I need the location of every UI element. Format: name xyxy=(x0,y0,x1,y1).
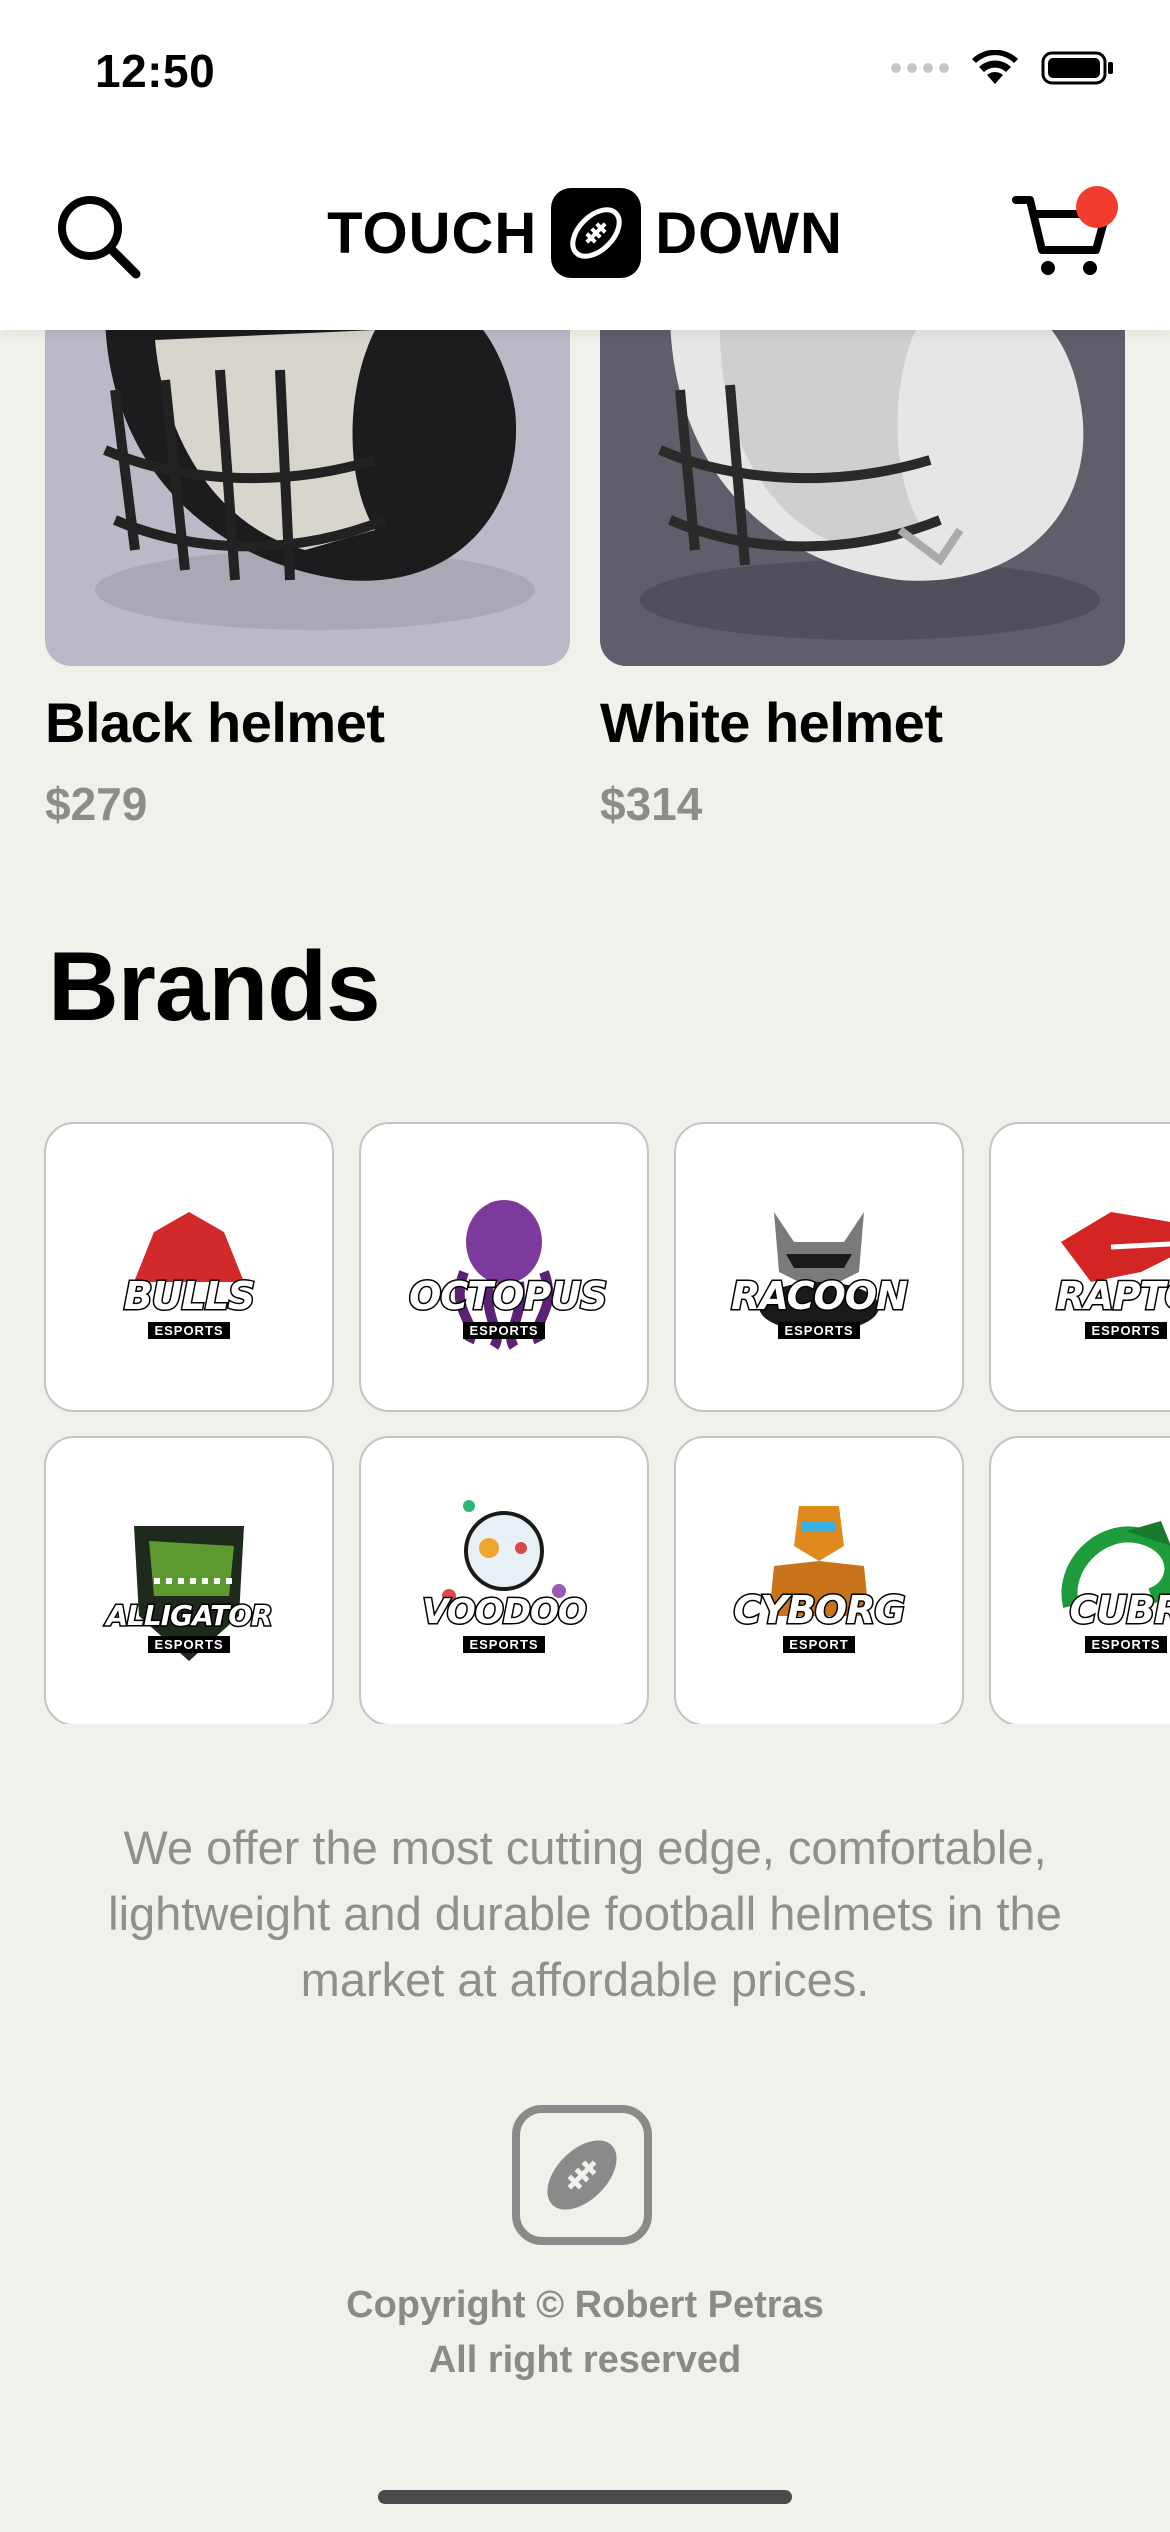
logo-text-left: TOUCH xyxy=(327,200,538,266)
brand-name: RAPTO xyxy=(1055,1273,1170,1320)
copyright: Copyright © Robert Petras All right rese… xyxy=(0,2278,1170,2388)
brand-card-bulls[interactable]: BULLS ESPORTS xyxy=(44,1122,334,1412)
brand-card-cobra[interactable]: CUBR ESPORTS xyxy=(989,1436,1170,1724)
brand-subtitle: ESPORTS xyxy=(1085,1636,1167,1653)
product-price: $314 xyxy=(600,778,703,830)
brand-subtitle: ESPORTS xyxy=(148,1636,230,1653)
cart-badge xyxy=(1076,186,1118,228)
football-logo-icon xyxy=(551,188,642,278)
cellular-signal-icon xyxy=(891,63,949,73)
status-time: 12:50 xyxy=(95,45,216,97)
racoon-logo-icon: RACOON ESPORTS xyxy=(724,1172,914,1362)
wifi-icon xyxy=(972,50,1018,84)
brand-card-cyborg[interactable]: CYBORG ESPORT xyxy=(674,1436,964,1724)
brand-name: CUBR xyxy=(1068,1587,1170,1634)
app-logo: TOUCH DOWN xyxy=(0,188,1170,278)
brand-subtitle: ESPORTS xyxy=(148,1322,230,1339)
brand-subtitle: ESPORTS xyxy=(463,1636,545,1653)
product-card[interactable]: Black helmet $279 xyxy=(45,330,570,831)
brand-card-racoon[interactable]: RACOON ESPORTS xyxy=(674,1122,964,1412)
home-indicator[interactable] xyxy=(378,2490,792,2504)
brand-subtitle: ESPORTS xyxy=(1085,1322,1167,1339)
product-name: Black helmet xyxy=(45,691,385,754)
brand-name: ALLIGATOR xyxy=(105,1598,274,1634)
brand-name: CYBORG xyxy=(732,1587,907,1634)
voodoo-logo-icon: VOODOO ESPORTS xyxy=(409,1486,599,1676)
cobra-logo-icon: CUBR ESPORTS xyxy=(1031,1486,1170,1676)
black-helmet-image xyxy=(95,330,535,630)
brand-name: RACOON xyxy=(730,1273,910,1320)
brand-subtitle: ESPORTS xyxy=(463,1322,545,1339)
brand-subtitle: ESPORTS xyxy=(778,1322,860,1339)
logo-text-right: DOWN xyxy=(655,200,843,266)
white-helmet-image xyxy=(640,330,1100,640)
brand-name: VOODOO xyxy=(421,1591,589,1634)
product-image[interactable] xyxy=(600,330,1125,666)
product-card[interactable]: White helmet $314 xyxy=(600,330,1125,831)
product-name: White helmet xyxy=(600,691,943,754)
brand-subtitle: ESPORT xyxy=(783,1636,855,1653)
status-icons xyxy=(891,50,1115,86)
product-image[interactable] xyxy=(45,330,570,666)
brands-heading: Brands xyxy=(48,931,381,1041)
cyborg-logo-icon: CYBORG ESPORT xyxy=(724,1486,914,1676)
brand-name: BULLS xyxy=(122,1273,257,1320)
about-text: We offer the most cutting edge, comforta… xyxy=(108,1821,1062,2006)
copyright-line-1: Copyright © Robert Petras xyxy=(346,2284,824,2326)
product-price: $279 xyxy=(45,778,148,830)
brand-card-raptor[interactable]: RAPTO ESPORTS xyxy=(989,1122,1170,1412)
octopus-logo-icon: OCTOPUS ESPORTS xyxy=(408,1172,610,1362)
brands-grid: BULLS ESPORTS OCTOPUS ESPORTS RACOON ESP… xyxy=(44,1122,1170,1724)
brand-card-alligator[interactable]: ALLIGATOR ESPORTS xyxy=(44,1436,334,1724)
product-grid: Black helmet $279 White helmet $314 xyxy=(45,330,1125,831)
app-header: 12:50 TOUCH DOWN xyxy=(0,0,1170,330)
alligator-logo-icon: ALLIGATOR ESPORTS xyxy=(94,1486,284,1676)
brand-name: OCTOPUS xyxy=(408,1273,610,1320)
cart-button[interactable] xyxy=(1008,178,1118,288)
copyright-line-2: All right reserved xyxy=(428,2339,742,2381)
bulls-logo-icon: BULLS ESPORTS xyxy=(94,1172,284,1362)
raptor-logo-icon: RAPTO ESPORTS xyxy=(1031,1172,1170,1362)
football-footer-icon xyxy=(512,2105,652,2245)
brand-card-octopus[interactable]: OCTOPUS ESPORTS xyxy=(359,1122,649,1412)
battery-icon xyxy=(1041,51,1113,85)
brand-card-voodoo[interactable]: VOODOO ESPORTS xyxy=(359,1436,649,1724)
